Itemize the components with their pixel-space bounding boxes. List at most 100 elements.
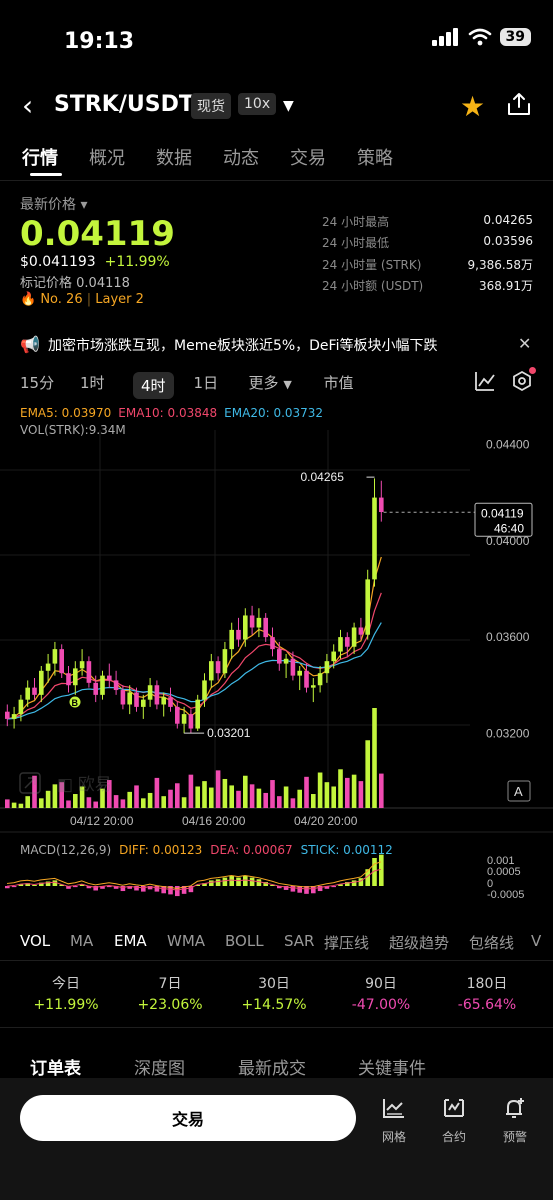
tab-data[interactable]: 数据 — [156, 144, 192, 170]
alert-button[interactable]: 预警 — [495, 1096, 535, 1145]
volume-bar — [263, 792, 268, 808]
volume-bar — [161, 796, 166, 808]
volume-bar — [188, 774, 194, 808]
tab-latest-trades[interactable]: 最新成交 — [238, 1054, 358, 1079]
interval-1d[interactable]: 1日 — [194, 372, 249, 399]
candle-body — [202, 680, 207, 700]
divider — [0, 180, 553, 181]
volume-bar — [73, 794, 78, 808]
volume-bar — [120, 799, 126, 808]
leverage-tag: 10x — [238, 93, 277, 115]
stat-volume-value: 9,386.58万 — [467, 258, 533, 272]
interval-more[interactable]: 更多 ▼ — [249, 372, 324, 399]
tab-key-events[interactable]: 关键事件 — [358, 1054, 426, 1079]
volume-bar — [66, 800, 71, 808]
volume-bar — [168, 789, 173, 808]
candle-body — [379, 497, 384, 513]
auto-scale-label: A — [514, 784, 523, 799]
stat-low-value: 0.03596 — [483, 234, 533, 248]
news-ticker[interactable]: 加密市场涨跌互现，Meme板块涨近5%，DeFi等板块小幅下跌 — [48, 335, 437, 355]
tab-trade[interactable]: 交易 — [290, 144, 326, 170]
price-change: +11.99% — [104, 254, 170, 270]
volume-bar — [202, 781, 207, 808]
interval-15m[interactable]: 15分 — [20, 372, 80, 399]
volume-bar — [345, 777, 350, 808]
volume-bar — [45, 790, 51, 808]
candle-body — [358, 627, 364, 635]
ind-sar[interactable]: SAR — [284, 932, 324, 953]
tab-strategy[interactable]: 策略 — [357, 144, 393, 170]
volume-bar — [331, 786, 336, 808]
candle-body — [66, 673, 71, 686]
candle-body — [324, 661, 330, 674]
tab-feed[interactable]: 动态 — [223, 144, 259, 170]
candle-body — [39, 670, 44, 695]
category-value: Layer 2 — [95, 292, 144, 307]
tab-orderbook[interactable]: 订单表 — [30, 1054, 134, 1079]
perf-today: 今日 +11.99% — [33, 976, 99, 1013]
volume-bar — [338, 769, 343, 808]
macd-dea-line — [6, 868, 382, 891]
divider — [0, 1027, 553, 1028]
svg-text:◧ 欧易: ◧ 欧易 — [57, 775, 112, 794]
ind-vol[interactable]: VOL — [20, 932, 70, 953]
volume-bar — [372, 708, 377, 808]
ind-wma[interactable]: WMA — [167, 932, 225, 953]
volume-bar — [222, 778, 228, 808]
back-arrow-icon[interactable]: ‹ — [22, 92, 33, 120]
ind-supertrend[interactable]: 超级趋势 — [389, 932, 469, 953]
pair-dropdown-icon[interactable]: ▼ — [283, 98, 294, 114]
spot-tag: 现货 — [191, 93, 231, 119]
macd-legend: MACD(12,26,9) DIFF: 0.00123 DEA: 0.00067… — [20, 843, 393, 857]
ema5-line — [7, 556, 382, 720]
latest-price-label[interactable]: 最新价格 ▾ — [20, 194, 87, 214]
ind-boll[interactable]: BOLL — [225, 932, 284, 953]
candle-body — [209, 661, 214, 681]
share-icon[interactable] — [506, 91, 532, 117]
close-icon[interactable]: ✕ — [518, 334, 531, 353]
perf-7d: 7日 +23.06% — [137, 976, 203, 1013]
contract-button[interactable]: 合约 — [434, 1096, 474, 1145]
volume-bar — [358, 781, 364, 808]
favorite-star-icon[interactable]: ★ — [460, 90, 485, 123]
ind-more[interactable]: V — [531, 932, 541, 953]
tab-market[interactable]: 行情 — [22, 144, 58, 170]
pair-title[interactable]: STRK/USDT — [54, 92, 194, 117]
max-price-label: 0.04265 — [301, 470, 345, 484]
candle-body — [304, 670, 309, 688]
perf-90d: 90日 -47.00% — [351, 976, 411, 1013]
indicator-icon[interactable] — [474, 370, 496, 392]
stat-turnover-value: 368.91万 — [479, 279, 533, 293]
candle-body — [79, 661, 85, 669]
market-cap-toggle[interactable]: 市值 — [324, 372, 354, 399]
candle-body — [73, 668, 78, 686]
rank-line[interactable]: 🔥 No. 26 | Layer 2 — [20, 292, 144, 307]
grid-button[interactable]: 网格 — [374, 1096, 414, 1145]
macd-axis-label: 0.0005 — [487, 866, 521, 878]
tab-overview[interactable]: 概况 — [89, 144, 125, 170]
volume-bar — [297, 789, 302, 808]
candle-body — [45, 663, 51, 671]
notification-dot — [529, 367, 536, 374]
price-axis-label: 0.04400 — [486, 438, 530, 452]
interval-1h[interactable]: 1时 — [80, 372, 133, 399]
trade-button[interactable]: 交易 — [20, 1095, 356, 1141]
ind-support[interactable]: 撑压线 — [324, 932, 389, 953]
volume-bar — [93, 801, 98, 808]
volume-bar — [304, 776, 309, 808]
ind-ema[interactable]: EMA — [114, 932, 167, 953]
tab-depth[interactable]: 深度图 — [134, 1054, 238, 1079]
current-price-label: 0.04119 — [481, 506, 524, 520]
candle-body — [243, 615, 248, 640]
interval-4h[interactable]: 4时 — [133, 372, 174, 399]
perf-30d: 30日 +14.57% — [241, 976, 307, 1013]
volume-bar — [249, 784, 255, 808]
ind-ma[interactable]: MA — [70, 932, 114, 953]
macd-bar — [175, 886, 180, 897]
candle-body — [86, 661, 92, 683]
ind-envelope[interactable]: 包络线 — [469, 932, 531, 953]
candle-body — [127, 692, 132, 705]
time-axis-label: 04/20 20:00 — [294, 814, 358, 828]
volume-bar — [25, 796, 30, 808]
macd-bar — [222, 877, 228, 886]
